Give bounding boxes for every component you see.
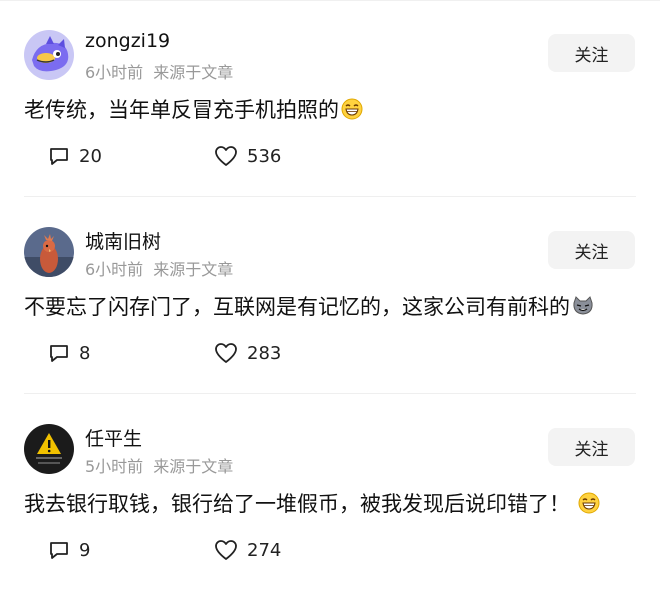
comment-actions: 8 283 [48, 342, 348, 370]
comment-time: 6小时前 [85, 63, 144, 82]
avatar[interactable] [24, 424, 74, 474]
grin-emoji-icon [341, 98, 363, 120]
avatar[interactable] [24, 227, 74, 277]
comment-source: 来源于文章 [153, 457, 234, 476]
like-count: 536 [247, 145, 282, 167]
comment-bubble-icon [50, 345, 68, 362]
grin-emoji-icon [578, 492, 600, 514]
comment-actions: 9 274 [48, 539, 348, 567]
reply-count: 9 [79, 539, 91, 561]
comment-time: 5小时前 [85, 457, 144, 476]
comment-text-row: 老传统，当年单反冒充手机拍照的 [24, 94, 363, 124]
comment-text: 我去银行取钱，银行给了一堆假币，被我发现后说印错了！ [24, 492, 570, 516]
avatar[interactable] [24, 30, 74, 80]
like-button[interactable]: 283 [214, 342, 281, 364]
follow-button[interactable]: 关注 [548, 428, 635, 466]
reply-button[interactable]: 20 [48, 145, 102, 167]
username[interactable]: 城南旧树 [85, 227, 161, 254]
reply-button[interactable]: 9 [48, 539, 90, 561]
heart-icon [215, 540, 237, 560]
comment-text: 不要忘了闪存门了，互联网是有记忆的，这家公司有前科的 [24, 295, 570, 319]
comment-bubble-icon [50, 542, 68, 559]
username[interactable]: zongzi19 [85, 30, 170, 52]
comment-actions: 20 536 [48, 145, 348, 173]
comment-item: zongzi19 6小时前 来源于文章 关注 老传统，当年单反冒充手机拍照的 20 [0, 0, 660, 197]
comment-source: 来源于文章 [153, 260, 234, 279]
comment-item: 任平生 5小时前 来源于文章 关注 我去银行取钱，银行给了一堆假币，被我发现后说印… [0, 394, 660, 591]
reply-count: 8 [79, 342, 91, 364]
like-button[interactable]: 274 [214, 539, 281, 561]
like-count: 274 [247, 539, 282, 561]
comment-source: 来源于文章 [153, 63, 234, 82]
comment-item: 城南旧树 6小时前 来源于文章 关注 不要忘了闪存门了，互联网是有记忆的，这家公司… [0, 197, 660, 394]
follow-button[interactable]: 关注 [548, 34, 635, 72]
reply-button[interactable]: 8 [48, 342, 90, 364]
heart-icon [215, 343, 237, 363]
comment-text: 老传统，当年单反冒充手机拍照的 [24, 98, 339, 122]
comment-bubble-icon [50, 148, 68, 165]
comment-text-row: 不要忘了闪存门了，互联网是有记忆的，这家公司有前科的 [24, 291, 594, 321]
like-count: 283 [247, 342, 282, 364]
comment-time: 6小时前 [85, 260, 144, 279]
comment-meta: 6小时前 来源于文章 [85, 256, 233, 280]
username[interactable]: 任平生 [85, 424, 142, 451]
reply-count: 20 [79, 145, 102, 167]
follow-button[interactable]: 关注 [548, 231, 635, 269]
comment-meta: 5小时前 来源于文章 [85, 453, 233, 477]
like-button[interactable]: 536 [214, 145, 281, 167]
comment-text-row: 我去银行取钱，银行给了一堆假币，被我发现后说印错了！ [24, 488, 600, 518]
comment-meta: 6小时前 来源于文章 [85, 59, 233, 83]
heart-icon [215, 146, 237, 166]
cat-emoji-icon [572, 295, 594, 317]
